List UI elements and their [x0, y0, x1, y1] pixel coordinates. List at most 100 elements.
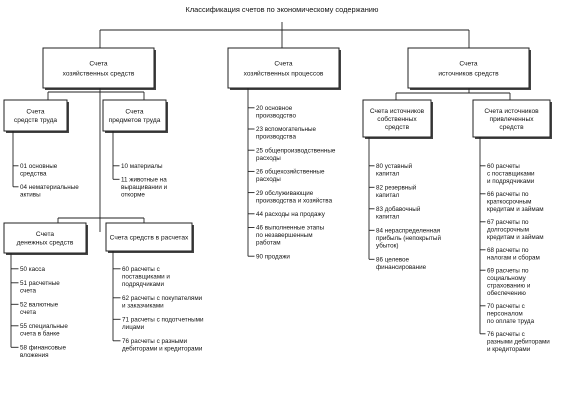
account-text: 20 основное [256, 105, 293, 112]
account-text: производства [256, 134, 296, 141]
account-text: убыток) [376, 242, 399, 250]
box-settlements-label: Счета средств в расчетах [110, 234, 189, 241]
box-borrowed-sources: Счета источниковпривлеченныхсредств [472, 99, 552, 139]
account-text: 23 вспомогательные [256, 126, 317, 133]
account-priv-0: 60 расчетыс поставщикамии подрядчиками [480, 163, 535, 185]
account-text: 76 расчеты с [487, 331, 525, 338]
box-assets-label: хозяйственных средств [63, 69, 135, 77]
account-text: долгосрочным [487, 227, 529, 234]
account-proc-6: 46 выполненные этапыпо незавершеннымрабо… [248, 225, 325, 247]
account-den-3: 55 специальныесчета в банке [11, 323, 68, 338]
account-text: средства [20, 171, 47, 178]
account-text: 25 общепроизводственные [256, 146, 336, 154]
account-text: лицами [122, 324, 145, 331]
account-text: 51 расчетные [20, 280, 60, 287]
account-sobst-0: 80 уставныйкапитал [369, 162, 413, 178]
box-processes: Счета хозяйственных процессов [227, 47, 341, 90]
account-proc-4: 29 обслуживающиепроизводства и хозяйства [248, 189, 333, 204]
account-text: откорме [121, 192, 145, 199]
account-text: 62 расчеты с покупателями [122, 295, 203, 302]
account-text: и подрядчиками [487, 178, 535, 185]
account-text: счета [20, 288, 36, 295]
account-proc-7: 90 продажи [248, 253, 290, 260]
account-priv-4: 69 расчеты посоциальномустрахованию иобе… [480, 267, 531, 297]
box-processes-label: Счета [274, 60, 293, 67]
account-text: 86 целевое [376, 257, 410, 264]
box-own-sources-label: Счета источников [370, 108, 425, 115]
account-text: 66 расчеты по [487, 191, 529, 198]
account-text: 60 расчеты с [122, 266, 160, 273]
account-text: поставщиками и [122, 274, 170, 281]
account-text: по оплате труда [487, 318, 535, 325]
account-text: капитал [376, 214, 400, 221]
account-text: и кредиторами [487, 346, 531, 353]
account-text: 58 финансовые [20, 345, 67, 352]
account-text: 55 специальные [20, 323, 68, 330]
account-text: 46 выполненные этапы [256, 225, 325, 232]
box-assets-label: Счета [89, 60, 108, 67]
account-text: 80 уставный [376, 162, 413, 170]
account-text: персоналом [487, 311, 523, 318]
account-text: вложения [20, 352, 49, 359]
box-own-sources: Счета источниковсобственныхсредств [362, 99, 433, 139]
box-sources-frame [407, 47, 530, 89]
account-rasch-0: 60 расчеты споставщиками иподрядчиками [113, 266, 170, 288]
account-sobst-1: 82 резервныйкапитал [369, 184, 417, 199]
account-text: 01 основные [20, 163, 58, 170]
account-proc-5: 44 расходы на продажу [248, 211, 326, 218]
box-processes-frame [227, 47, 340, 89]
account-text: капитал [376, 192, 400, 199]
account-proc-0: 20 основноепроизводство [248, 105, 296, 120]
account-text: разными дебиторами [487, 338, 550, 346]
account-text: счета [20, 309, 36, 316]
account-sobst-3: 84 нераспределеннаяприбыль (непокрытыйуб… [369, 228, 441, 250]
account-text: работам [256, 239, 281, 247]
box-cash-label: Счета [36, 231, 55, 238]
account-text: расходы [256, 176, 281, 183]
account-text: 60 расчеты [487, 163, 520, 170]
account-text: расходы [256, 155, 281, 162]
account-text: 70 расчеты с [487, 303, 525, 310]
account-text: 29 обслуживающие [256, 189, 314, 197]
account-text: 69 расчеты по [487, 267, 529, 274]
account-text: выращивании и [121, 184, 168, 191]
box-settlements: Счета средств в расчетах [105, 222, 194, 253]
account-text: с поставщиками [487, 171, 535, 178]
box-fixed-assets: Счетасредств труда [3, 99, 69, 133]
account-text: капитал [376, 171, 400, 178]
box-own-sources-label: средств [385, 124, 410, 131]
account-den-2: 52 валютныесчета [11, 302, 59, 316]
account-text: 10 материалы [121, 163, 163, 170]
box-sources-label: Счета [459, 60, 478, 67]
account-trud-0: 01 основныесредства [13, 163, 58, 178]
account-text: 52 валютные [20, 302, 59, 309]
box-labor-objects-label: Счета [125, 109, 144, 116]
account-text: активы [20, 192, 41, 199]
account-rasch-2: 71 расчеты с подотчетнымилицами [113, 317, 204, 331]
account-text: по незавершенным [256, 232, 313, 239]
box-borrowed-sources-label: Счета источников [484, 108, 539, 115]
account-priv-2: 67 расчеты подолгосрочнымкредитам и займ… [480, 219, 544, 241]
box-sources-label: источников средств [438, 70, 499, 77]
account-text: прибыль (непокрытый [376, 234, 441, 242]
account-text: 11 животные на [121, 177, 167, 184]
account-den-1: 51 расчетныесчета [11, 280, 60, 295]
account-proc-2: 25 общепроизводственныерасходы [248, 146, 336, 162]
account-text: и заказчиками [122, 303, 164, 310]
account-text: финансирование [376, 264, 427, 271]
account-text: счета в банке [20, 330, 60, 338]
account-priv-5: 70 расчеты сперсоналомпо оплате труда [480, 303, 535, 325]
account-text: 50 касса [20, 266, 45, 273]
account-text: обеспечению [487, 289, 526, 297]
account-trud-1: 04 нематериальныеактивы [13, 184, 79, 199]
box-own-sources-label: собственных [377, 115, 417, 123]
account-text: подрядчиками [122, 281, 164, 288]
box-borrowed-sources-label: привлеченных [490, 116, 535, 123]
account-proc-1: 23 вспомогательныепроизводства [248, 126, 317, 141]
account-text: 83 добавочный [376, 205, 421, 213]
account-text: налогам и сборам [487, 254, 540, 262]
box-labor-objects-label: предметов труда [109, 117, 161, 124]
account-text: социальному [487, 275, 527, 282]
account-text: 76 расчеты с разными [122, 338, 188, 345]
box-assets-frame [42, 47, 155, 89]
